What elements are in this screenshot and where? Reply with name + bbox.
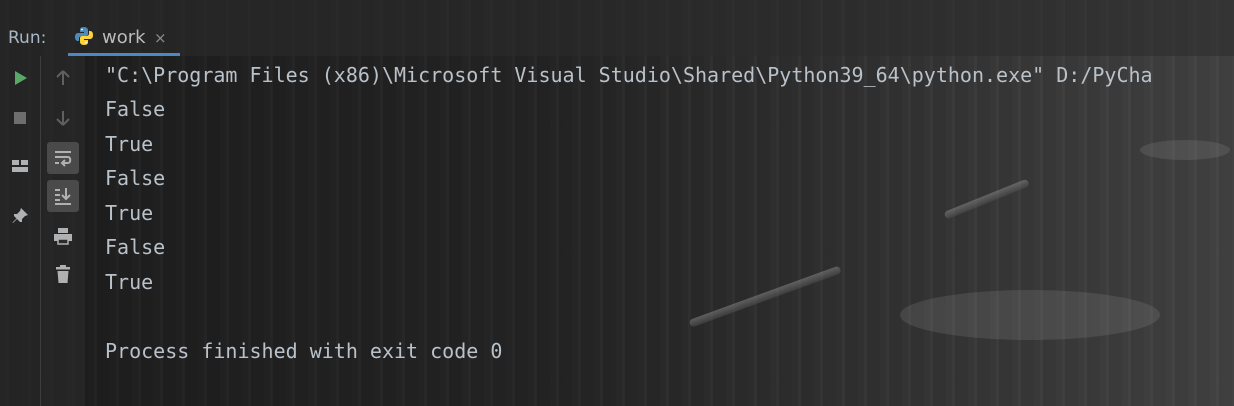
run-label: Run:	[8, 28, 47, 48]
down-stack-button[interactable]	[47, 102, 79, 134]
console-line: True	[105, 201, 154, 225]
pin-tab-button[interactable]	[4, 200, 36, 232]
printer-icon	[54, 228, 72, 245]
soft-wrap-icon	[55, 151, 72, 167]
stop-button[interactable]	[4, 102, 36, 134]
console-command-line: "C:\Program Files (x86)\Microsoft Visual…	[105, 63, 1153, 87]
tab-close-icon[interactable]: ×	[154, 29, 167, 47]
console-exit-message: Process finished with exit code 0	[105, 339, 503, 363]
console-output[interactable]: "C:\Program Files (x86)\Microsoft Visual…	[105, 56, 1234, 406]
pin-icon	[12, 208, 28, 223]
print-button[interactable]	[47, 220, 79, 252]
run-header: Run: work ×	[0, 0, 1234, 56]
console-line: True	[105, 270, 154, 294]
tab-work[interactable]: work ×	[68, 18, 180, 56]
console-line: False	[105, 97, 166, 121]
run-toolbar-primary	[0, 56, 41, 406]
play-icon	[15, 71, 27, 85]
arrow-down-icon	[56, 111, 70, 126]
run-tool-window: Run: work × "C:\Program Files (x86)\Micr…	[0, 0, 1234, 406]
scroll-to-end-button[interactable]	[47, 180, 79, 212]
up-stack-button[interactable]	[47, 62, 79, 94]
console-line: False	[105, 235, 166, 259]
arrow-up-icon	[56, 70, 70, 85]
console-line: True	[105, 132, 154, 156]
layout-icon	[12, 160, 28, 172]
soft-wrap-button[interactable]	[47, 142, 79, 174]
rerun-button[interactable]	[4, 62, 36, 94]
python-icon	[74, 26, 94, 46]
stop-icon	[14, 112, 26, 124]
trash-icon	[56, 265, 70, 283]
console-line: False	[105, 166, 166, 190]
tab-work-label: work	[102, 27, 146, 48]
clear-all-button[interactable]	[47, 258, 79, 290]
layout-button[interactable]	[4, 150, 36, 182]
scroll-to-end-icon	[55, 188, 71, 205]
run-toolbar-secondary	[41, 56, 85, 406]
